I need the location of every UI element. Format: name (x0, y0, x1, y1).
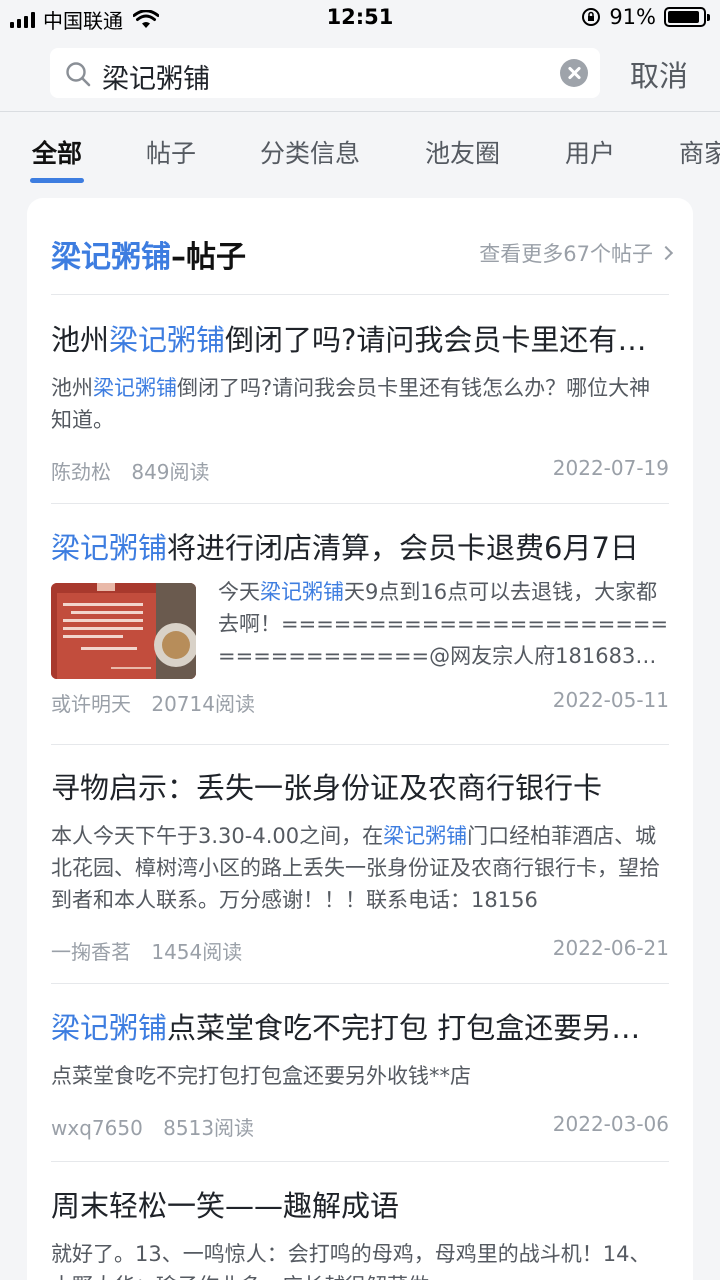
post-date: 2022-03-06 (552, 1112, 669, 1136)
post-date: 2022-07-19 (552, 456, 669, 480)
battery-icon (664, 7, 710, 27)
post-title: 梁记粥铺点菜堂食吃不完打包 打包盒还要另外收钱 (51, 1011, 669, 1045)
divider (51, 744, 669, 745)
tab-classifieds[interactable]: 分类信息 (260, 134, 360, 170)
post-date: 2022-05-11 (552, 688, 669, 712)
tab-circle[interactable]: 池友圈 (425, 134, 500, 170)
post-author: 或许明天 (51, 692, 131, 716)
post-meta: 或许明天 20714阅读 2022-05-11 (51, 688, 669, 718)
tab-merchants[interactable]: 商家 (679, 134, 720, 170)
post-reads: 20714阅读 (151, 692, 255, 716)
post-snippet: 本人今天下午于3.30-4.00之间，在梁记粥铺门口经柏菲酒店、城北花园、樟树湾… (51, 824, 660, 912)
section-title: 梁记粥铺–帖子 (51, 240, 246, 275)
posts-section-card: 梁记粥铺–帖子 查看更多67个帖子 池州梁记粥铺倒闭了吗?请问我会员卡里还有钱怎… (27, 198, 693, 1280)
post-item[interactable]: 周末轻松一笑——趣解成语 就好了。13、一鸣惊人：会打鸣的母鸡，母鸡里的战斗机！… (51, 1186, 669, 1280)
chevron-right-icon (658, 245, 674, 261)
clear-search-icon[interactable] (560, 59, 588, 87)
search-icon (66, 62, 91, 87)
post-reads: 8513阅读 (163, 1116, 255, 1140)
rotation-lock-icon (582, 8, 601, 26)
divider (51, 983, 669, 984)
status-bar: 中国联通 12:51 91% (0, 0, 720, 36)
post-title: 周末轻松一笑——趣解成语 (51, 1189, 400, 1223)
post-item[interactable]: 梁记粥铺将进行闭店清算，会员卡退费6月7日 今天梁记粥铺天9点到16点可以去退钱… (51, 528, 669, 718)
post-meta: 一掬香茗 1454阅读 2022-06-21 (51, 936, 669, 966)
battery-percent: 91% (609, 5, 656, 29)
divider (51, 294, 669, 295)
tab-users[interactable]: 用户 (565, 134, 615, 170)
post-author: 陈劲松 (51, 460, 111, 484)
post-thumbnail-image (51, 583, 196, 679)
active-tab-indicator (30, 178, 84, 183)
post-author: 一掬香茗 (51, 940, 131, 964)
post-reads: 849阅读 (131, 460, 210, 484)
divider (51, 1161, 669, 1162)
more-posts-link[interactable]: 查看更多67个帖子 (479, 238, 674, 268)
search-input[interactable]: 梁记粥铺 (102, 57, 210, 96)
post-title: 寻物启示：丢失一张身份证及农商行银行卡 (51, 771, 603, 805)
post-snippet: 池州梁记粥铺倒闭了吗?请问我会员卡里还有钱怎么办？哪位大神知道。 (51, 376, 651, 432)
post-date: 2022-06-21 (552, 936, 669, 960)
post-meta: 陈劲松 849阅读 2022-07-19 (51, 456, 669, 486)
post-snippet: 今天梁记粥铺天9点到16点可以去退钱，大家都去啊！===============… (218, 580, 669, 668)
post-title: 池州梁记粥铺倒闭了吗?请问我会员卡里还有钱怎么办？哪位大神知道。 (51, 323, 669, 357)
tab-all[interactable]: 全部 (32, 134, 82, 170)
post-item[interactable]: 梁记粥铺点菜堂食吃不完打包 打包盒还要另外收钱 点菜堂食吃不完打包打包盒还要另外… (51, 1008, 669, 1142)
post-snippet: 点菜堂食吃不完打包打包盒还要另外收钱**店 (51, 1064, 471, 1088)
cancel-button[interactable]: 取消 (630, 53, 688, 95)
post-snippet: 就好了。13、一鸣惊人：会打鸣的母鸡，母鸡里的战斗机！14、十野大华：瑜子作业多… (51, 1242, 651, 1280)
post-meta: wxq7650 8513阅读 2022-03-06 (51, 1112, 669, 1142)
post-item[interactable]: 寻物启示：丢失一张身份证及农商行银行卡 本人今天下午于3.30-4.00之间，在… (51, 768, 669, 966)
post-item[interactable]: 池州梁记粥铺倒闭了吗?请问我会员卡里还有钱怎么办？哪位大神知道。 池州梁记粥铺倒… (51, 320, 669, 486)
post-reads: 1454阅读 (151, 940, 243, 964)
tab-posts[interactable]: 帖子 (146, 134, 196, 170)
post-title: 梁记粥铺将进行闭店清算，会员卡退费6月7日 (51, 531, 639, 565)
divider (51, 503, 669, 504)
search-bar[interactable]: 梁记粥铺 (50, 48, 600, 98)
post-author: wxq7650 (51, 1116, 143, 1140)
tab-bar: 全部 帖子 分类信息 池友圈 用户 商家 (0, 112, 720, 188)
